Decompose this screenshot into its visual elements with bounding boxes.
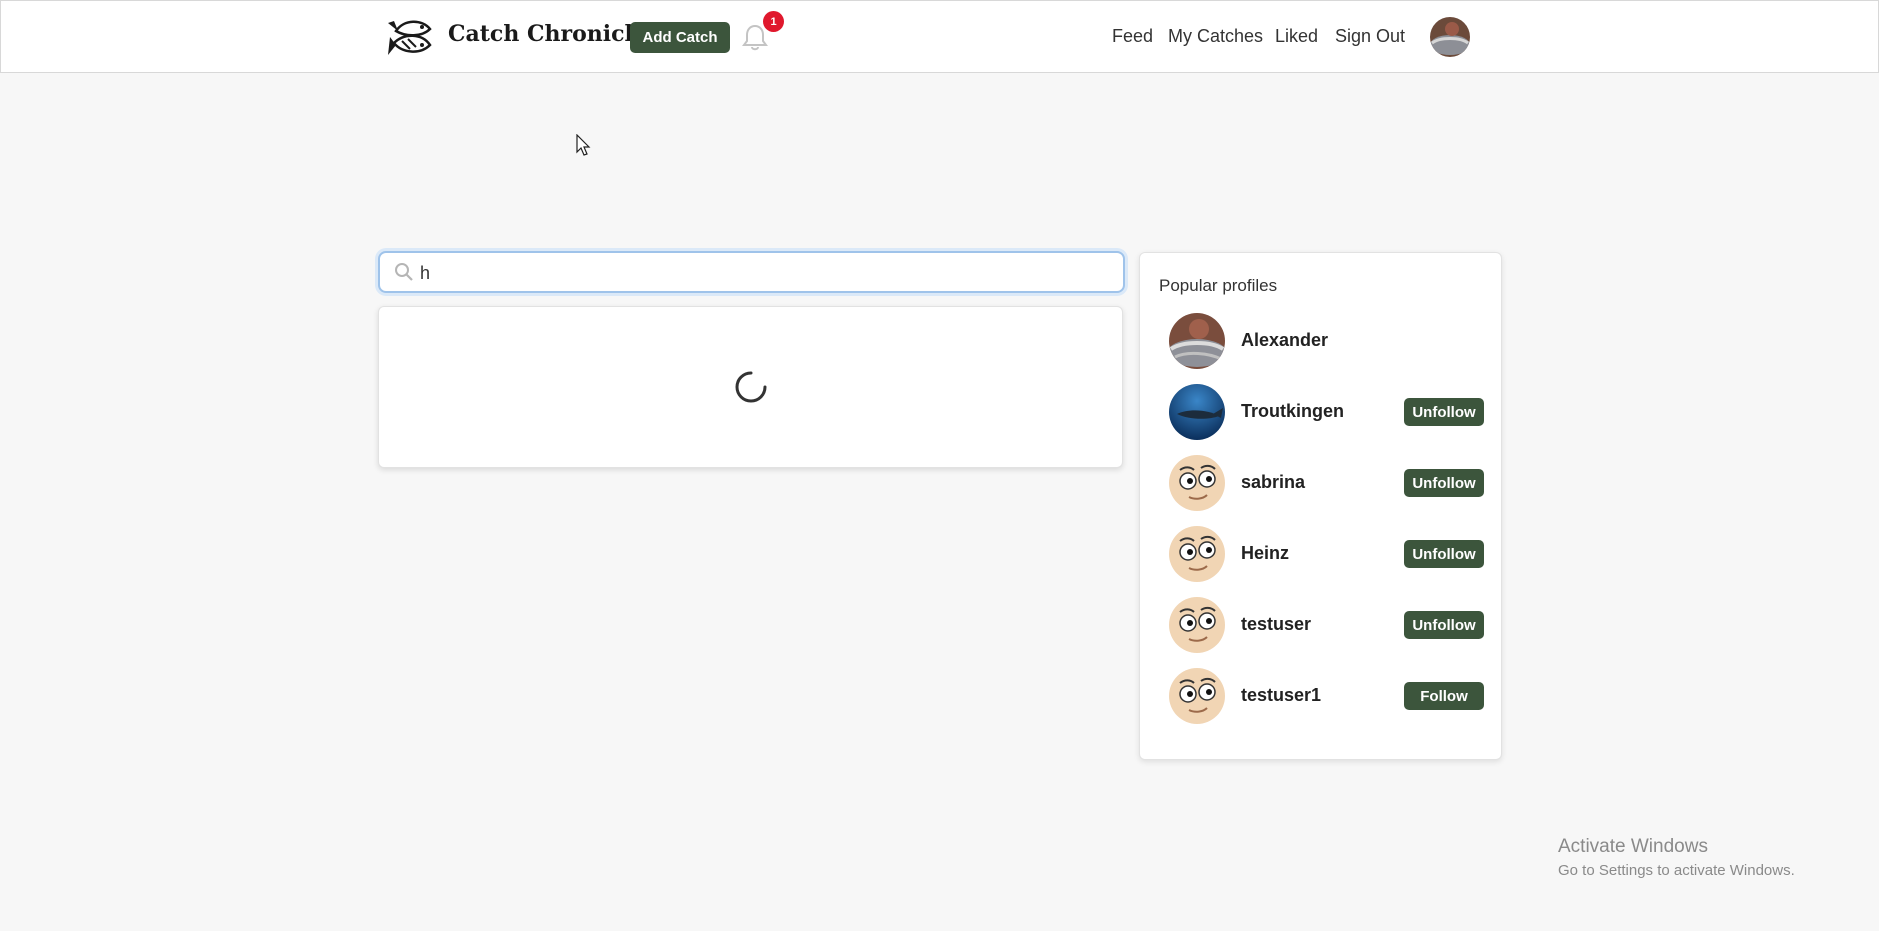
- profile-name[interactable]: sabrina: [1241, 472, 1305, 493]
- profile-row[interactable]: Troutkingen Unfollow: [1169, 384, 1484, 440]
- profile-name[interactable]: testuser: [1241, 614, 1311, 635]
- profile-avatar[interactable]: [1169, 313, 1225, 369]
- profile-name[interactable]: Heinz: [1241, 543, 1289, 564]
- search-input[interactable]: [418, 253, 1112, 293]
- nav-my-catches-link[interactable]: My Catches: [1168, 26, 1263, 47]
- notification-count-badge: 1: [763, 11, 784, 32]
- profile-avatar[interactable]: [1169, 455, 1225, 511]
- profile-row[interactable]: sabrina Unfollow: [1169, 455, 1484, 511]
- windows-activation-watermark: Activate Windows Go to Settings to activ…: [1558, 836, 1795, 879]
- watermark-title: Activate Windows: [1558, 836, 1708, 857]
- search-box[interactable]: [378, 251, 1125, 293]
- brand-title[interactable]: Catch Chronicle: [448, 21, 647, 47]
- mouse-cursor-icon: [576, 134, 591, 156]
- unfollow-button[interactable]: Unfollow: [1404, 611, 1484, 639]
- profile-row[interactable]: Heinz Unfollow: [1169, 526, 1484, 582]
- nav-feed-link[interactable]: Feed: [1112, 26, 1153, 47]
- profile-name[interactable]: Alexander: [1241, 330, 1328, 351]
- loading-spinner-icon: [735, 371, 767, 403]
- add-catch-button[interactable]: Add Catch: [630, 22, 730, 53]
- fish-logo-icon[interactable]: [384, 15, 434, 59]
- profile-avatar[interactable]: [1169, 668, 1225, 724]
- nav-sign-out-link[interactable]: Sign Out: [1335, 26, 1405, 47]
- search-results-panel: [378, 306, 1123, 468]
- search-icon: [395, 263, 413, 281]
- profile-avatar[interactable]: [1169, 597, 1225, 653]
- user-avatar[interactable]: [1430, 17, 1470, 57]
- top-navigation-bar: Catch Chronicle Add Catch 1 Feed My Catc…: [0, 0, 1879, 73]
- profile-row[interactable]: testuser Unfollow: [1169, 597, 1484, 653]
- profile-avatar[interactable]: [1169, 526, 1225, 582]
- profile-name[interactable]: testuser1: [1241, 685, 1321, 706]
- follow-button[interactable]: Follow: [1404, 682, 1484, 710]
- profile-row[interactable]: testuser1 Follow: [1169, 668, 1484, 724]
- profile-row[interactable]: Alexander: [1169, 313, 1484, 369]
- popular-profiles-card: Popular profiles Alexander Troutkingen U…: [1139, 252, 1502, 760]
- nav-liked-link[interactable]: Liked: [1275, 26, 1318, 47]
- profile-name[interactable]: Troutkingen: [1241, 401, 1344, 422]
- watermark-subtitle: Go to Settings to activate Windows.: [1558, 862, 1795, 879]
- unfollow-button[interactable]: Unfollow: [1404, 540, 1484, 568]
- popular-profiles-title: Popular profiles: [1159, 276, 1278, 295]
- unfollow-button[interactable]: Unfollow: [1404, 469, 1484, 497]
- profile-avatar[interactable]: [1169, 384, 1225, 440]
- unfollow-button[interactable]: Unfollow: [1404, 398, 1484, 426]
